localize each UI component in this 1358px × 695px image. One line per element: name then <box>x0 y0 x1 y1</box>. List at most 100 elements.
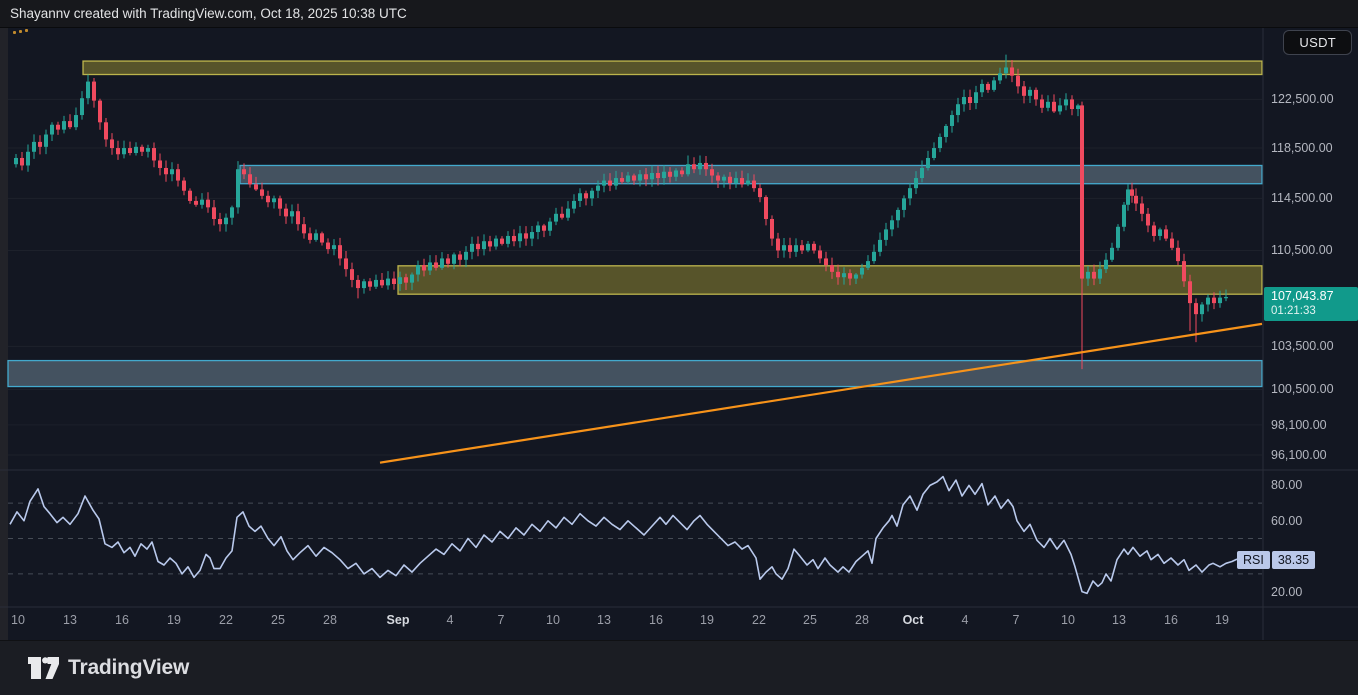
candle-body <box>860 268 864 275</box>
candle-body <box>764 197 768 219</box>
candle-body <box>68 121 72 127</box>
candle-body <box>986 84 990 90</box>
candle-body <box>38 142 42 147</box>
candle-body <box>116 148 120 154</box>
price-tick-label: 98,100.00 <box>1271 417 1327 433</box>
time-tick-label: 7 <box>479 613 523 627</box>
candle-body <box>914 178 918 188</box>
candle-body <box>776 239 780 251</box>
candle-body <box>1176 248 1180 261</box>
candle-body <box>1182 261 1186 281</box>
attribution-text: Shayannv created with TradingView.com, O… <box>10 6 407 21</box>
candle-body <box>482 241 486 249</box>
rsi-indicator-label: RSI 38.35 <box>1237 551 1315 569</box>
candle-body <box>152 148 156 160</box>
candle-body <box>1188 281 1192 303</box>
toolbar-dot-icon[interactable] <box>25 29 28 32</box>
candle-body <box>584 193 588 198</box>
candle-body <box>698 163 702 169</box>
candle-body <box>614 178 618 186</box>
left-toolbar-strip <box>0 28 8 640</box>
candle-body <box>740 178 744 184</box>
candle-body <box>452 254 456 263</box>
candle-body <box>194 201 198 205</box>
candle-body <box>518 233 522 241</box>
time-tick-label: 16 <box>100 613 144 627</box>
time-tick-label: 22 <box>204 613 248 627</box>
time-tick-label: 25 <box>256 613 300 627</box>
time-tick-label: 13 <box>582 613 626 627</box>
candle-body <box>1052 102 1056 112</box>
time-tick-label: 16 <box>1149 613 1193 627</box>
rsi-tick-label: 20.00 <box>1271 584 1302 600</box>
candle-body <box>1218 298 1222 303</box>
current-price-value: 107,043.87 <box>1271 289 1358 304</box>
chart-canvas[interactable] <box>0 0 1358 695</box>
candle-body <box>1110 248 1114 260</box>
candle-body <box>932 148 936 158</box>
candle-body <box>758 188 762 197</box>
candle-body <box>464 252 468 260</box>
candle-body <box>398 277 402 284</box>
footer-bar: TradingView <box>0 640 1358 695</box>
upper-resistance-zone[interactable] <box>83 61 1262 74</box>
time-tick-label: 16 <box>634 613 678 627</box>
candle-body <box>434 262 438 267</box>
candle-body <box>92 82 96 101</box>
candle-body <box>674 170 678 176</box>
candle-body <box>890 220 894 229</box>
candle-body <box>14 158 18 164</box>
candle-body <box>446 258 450 263</box>
candle-body <box>806 244 810 251</box>
rsi-line <box>10 477 1237 594</box>
candle-body <box>794 245 798 252</box>
time-tick-label: 10 <box>0 613 40 627</box>
toolbar-dot-icon[interactable] <box>19 30 22 33</box>
candle-body <box>1122 205 1126 227</box>
time-tick-label: 4 <box>943 613 987 627</box>
candle-body <box>98 101 102 123</box>
candle-body <box>602 181 606 186</box>
time-tick-label: 4 <box>428 613 472 627</box>
candle-body <box>380 280 384 285</box>
mid-resistance-zone[interactable] <box>240 165 1262 183</box>
ascending-trendline[interactable] <box>380 324 1262 463</box>
candle-body <box>578 193 582 201</box>
candle-body <box>32 142 36 152</box>
candle-body <box>956 104 960 115</box>
symbol-badge[interactable]: USDT <box>1283 30 1352 55</box>
candle-body <box>746 181 750 185</box>
rsi-value-chip: 38.35 <box>1272 551 1315 569</box>
tradingview-logo-icon[interactable] <box>28 655 59 682</box>
candle-body <box>476 244 480 249</box>
candle-body <box>908 188 912 198</box>
candle-body <box>1080 105 1084 278</box>
candle-body <box>512 236 516 241</box>
candle-body <box>1098 269 1102 278</box>
candle-body <box>110 139 114 148</box>
candle-body <box>866 261 870 268</box>
lower-support-zone[interactable] <box>8 361 1262 387</box>
candle-body <box>1040 99 1044 107</box>
candle-body <box>812 244 816 251</box>
candle-body <box>320 233 324 242</box>
candle-body <box>752 181 756 189</box>
price-tick-label: 110,500.00 <box>1271 242 1333 258</box>
candle-body <box>212 207 216 219</box>
candle-body <box>536 225 540 232</box>
brand-name[interactable]: TradingView <box>68 656 189 680</box>
candle-body <box>308 233 312 240</box>
candle-body <box>470 244 474 252</box>
candle-body <box>686 164 690 174</box>
candle-body <box>962 97 966 104</box>
toolbar-dot-icon[interactable] <box>13 31 16 34</box>
candle-body <box>56 125 60 130</box>
candle-body <box>302 224 306 233</box>
candle-body <box>428 262 432 270</box>
candle-body <box>26 152 30 166</box>
candle-body <box>230 207 234 217</box>
candle-body <box>164 168 168 174</box>
candle-body <box>1164 229 1168 238</box>
mid-support-zone[interactable] <box>398 266 1262 294</box>
candle-body <box>1134 196 1138 204</box>
